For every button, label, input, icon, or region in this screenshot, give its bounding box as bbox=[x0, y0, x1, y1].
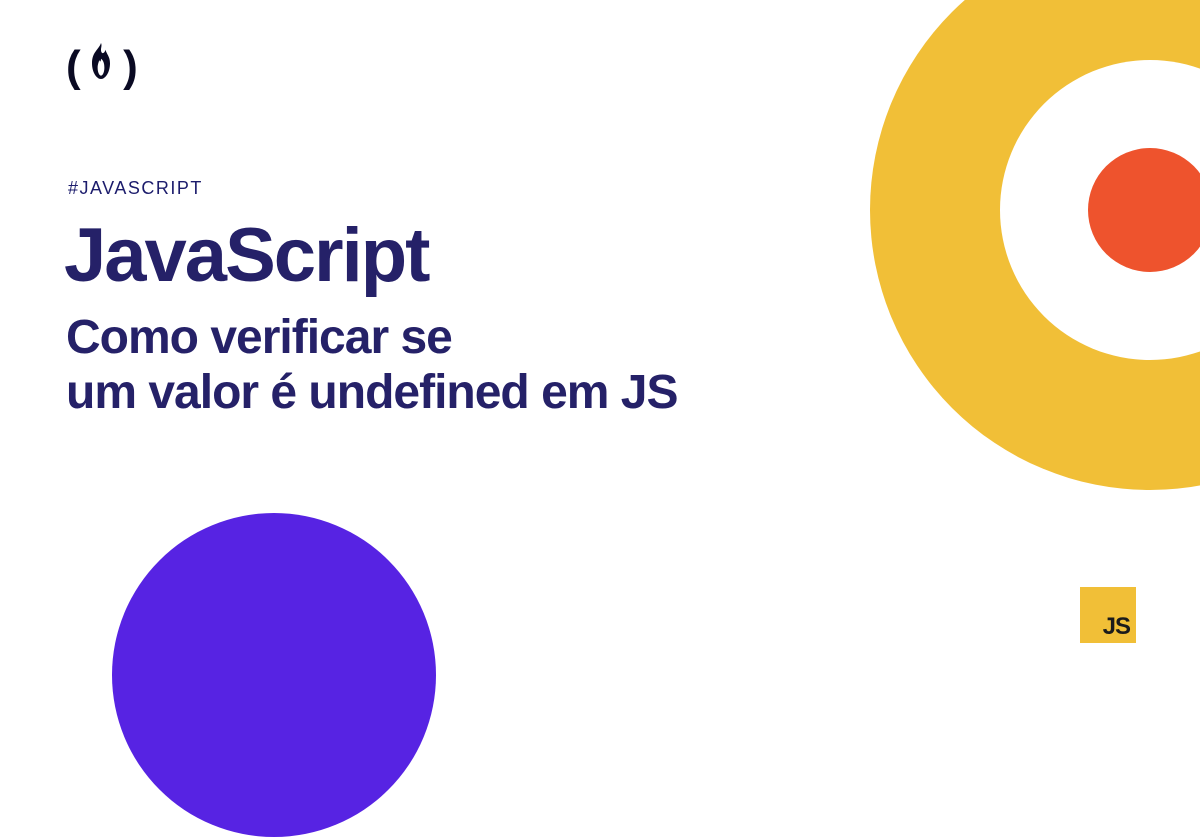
logo-right-paren: ) bbox=[123, 42, 136, 91]
page-title: JavaScript bbox=[64, 216, 428, 296]
js-badge-text: JS bbox=[1103, 613, 1130, 641]
orange-dot-shape bbox=[1088, 148, 1200, 272]
freecodecamp-logo: ( ) bbox=[66, 42, 136, 92]
category-hashtag: #JAVASCRIPT bbox=[68, 178, 203, 199]
subtitle-line-1: Como verificar se bbox=[66, 310, 678, 365]
page-subtitle: Como verificar se um valor é undefined e… bbox=[66, 310, 678, 420]
logo-left-paren: ( bbox=[66, 42, 79, 91]
fire-icon bbox=[87, 43, 115, 87]
subtitle-line-2: um valor é undefined em JS bbox=[66, 365, 678, 420]
javascript-badge-icon: JS bbox=[1080, 587, 1136, 643]
purple-semicircle-shape bbox=[112, 513, 436, 837]
